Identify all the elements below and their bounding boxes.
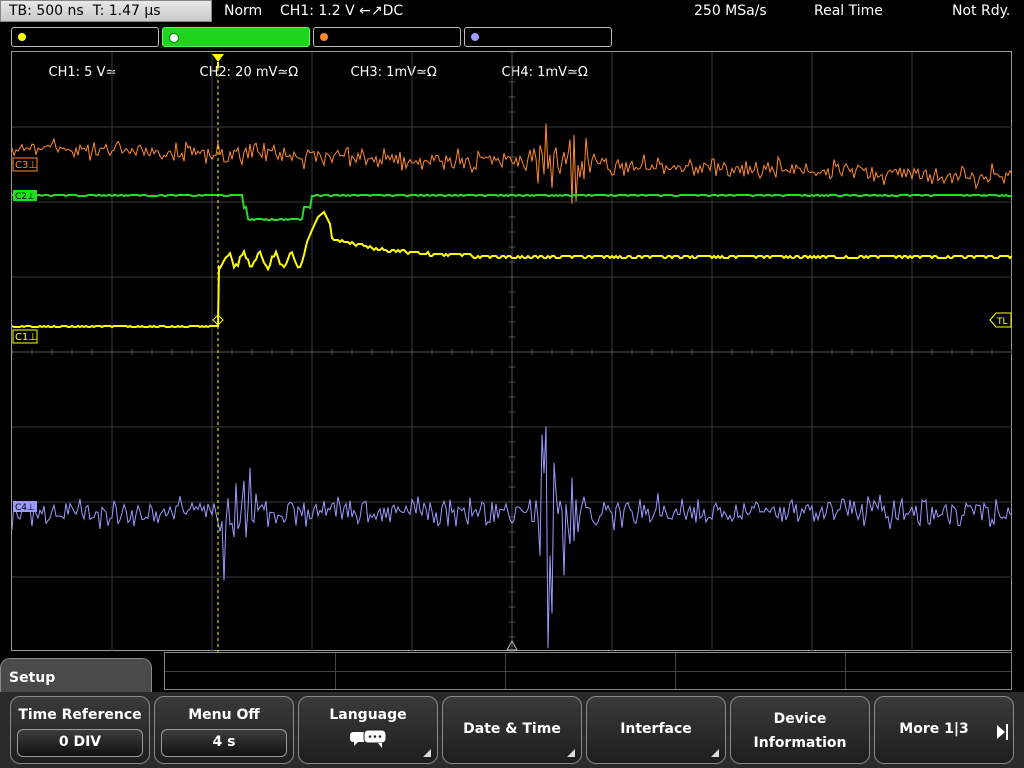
trigger-level-marker[interactable]: TL xyxy=(989,312,1012,328)
speech-bubble-icon xyxy=(350,729,387,748)
softkey-menu-off[interactable]: Menu Off 4 s xyxy=(154,696,294,764)
svg-text:C1⊥: C1⊥ xyxy=(15,332,37,343)
ch2-ground-marker[interactable]: C2⊥ xyxy=(13,190,37,202)
ch3-color-dot xyxy=(320,33,328,41)
ch4-ground-marker[interactable]: C4⊥ xyxy=(13,501,37,513)
ch3-ground-marker[interactable]: C3⊥ xyxy=(12,157,38,172)
acquisition-state: Not Rdy. xyxy=(952,3,1011,19)
channel-tab-ch4[interactable]: CH4: 1mV≃Ω xyxy=(464,27,612,80)
sample-rate: 250 MSa/s xyxy=(694,3,767,19)
ch4-color-dot xyxy=(471,33,479,41)
svg-text:C2⊥: C2⊥ xyxy=(15,192,35,202)
svg-text:C3⊥: C3⊥ xyxy=(15,160,37,171)
ch2-color-dot xyxy=(169,33,179,43)
softkey-more[interactable]: More 1|3 xyxy=(874,696,1014,764)
softkey-label: Interface xyxy=(620,721,692,737)
svg-text:TL: TL xyxy=(996,317,1008,327)
info-area xyxy=(164,652,1012,690)
softkey-label: Time Reference xyxy=(18,707,142,723)
softkey-label: Device xyxy=(773,711,827,727)
waveform-canvas: C3⊥ C2⊥ C1⊥ C4⊥ TL xyxy=(12,52,1012,652)
menu-title: Setup xyxy=(9,670,56,686)
waveform-display[interactable]: C3⊥ C2⊥ C1⊥ C4⊥ TL xyxy=(11,51,1012,652)
next-page-bar-icon xyxy=(1006,724,1008,740)
timebase-readout[interactable]: TB: 500 ns T: 1.47 µs xyxy=(0,0,212,22)
next-page-icon xyxy=(997,725,1005,739)
channel-tab-ch3[interactable]: CH3: 1mV≃Ω xyxy=(313,27,461,80)
softkey-device-information[interactable]: Device Information xyxy=(730,696,870,764)
softkey-time-reference[interactable]: Time Reference 0 DIV xyxy=(10,696,150,764)
ch1-ground-marker[interactable]: C1⊥ xyxy=(12,329,38,344)
submenu-indicator-icon xyxy=(423,749,431,757)
menu-off-value[interactable]: 4 s xyxy=(161,729,287,757)
softkey-label: Date & Time xyxy=(463,721,561,737)
acquisition-mode: Real Time xyxy=(814,3,883,19)
submenu-indicator-icon xyxy=(567,749,575,757)
softkey-label: Language xyxy=(329,707,407,723)
channel-tab-ch2[interactable]: CH2: 20 mV≃Ω xyxy=(162,27,310,80)
graticule xyxy=(12,52,1012,652)
softkey-label: More 1|3 xyxy=(899,721,969,737)
channel-tab-ch1[interactable]: CH1: 5 V≃ xyxy=(11,27,159,80)
softkey-date-time[interactable]: Date & Time xyxy=(442,696,582,764)
ch1-color-dot xyxy=(18,33,26,41)
channel-tabs: CH1: 5 V≃ CH2: 20 mV≃Ω CH3: 1mV≃Ω CH4: 1… xyxy=(0,26,1024,80)
submenu-indicator-icon xyxy=(711,749,719,757)
status-bar: TB: 500 ns T: 1.47 µs Norm CH1: 1.2 V ←↗… xyxy=(0,0,1024,24)
trigger-position-marker[interactable] xyxy=(212,54,224,68)
softkey-label-line2: Information xyxy=(753,735,847,751)
svg-text:C4⊥: C4⊥ xyxy=(15,503,35,513)
softkey-label: Menu Off xyxy=(188,707,260,723)
softkey-bar: Time Reference 0 DIV Menu Off 4 s Langua… xyxy=(0,692,1024,768)
softkey-language[interactable]: Language xyxy=(298,696,438,764)
time-reference-value[interactable]: 0 DIV xyxy=(17,729,143,757)
trigger-info: CH1: 1.2 V ←↗DC xyxy=(280,3,404,19)
softkey-interface[interactable]: Interface xyxy=(586,696,726,764)
trigger-mode: Norm xyxy=(224,3,263,19)
